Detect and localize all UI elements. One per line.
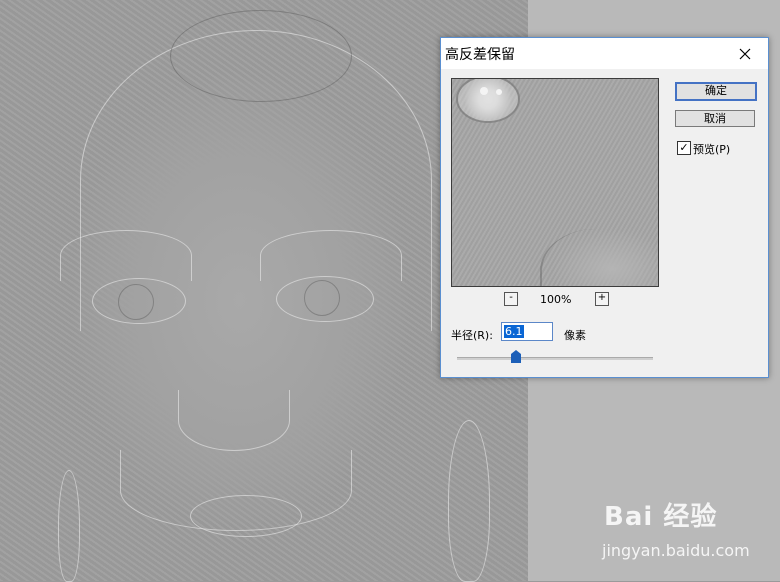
radius-value: 6.1 bbox=[504, 325, 524, 338]
radius-label: 半径(R): bbox=[451, 329, 493, 342]
left-earring bbox=[58, 470, 80, 582]
plus-icon: + bbox=[597, 292, 607, 303]
left-iris bbox=[118, 284, 154, 320]
high-pass-dialog: 高反差保留 - 100% + 确定 取消 ✓ 预览(P) 半径(R): 6.1 … bbox=[440, 37, 769, 378]
nose bbox=[178, 390, 290, 451]
preview-checkbox-label[interactable]: 预览(P) bbox=[693, 141, 730, 157]
watermark-url: jingyan.baidu.com bbox=[602, 541, 750, 560]
close-icon bbox=[739, 48, 751, 59]
radius-slider-track[interactable] bbox=[457, 357, 653, 360]
hair-swirl bbox=[170, 10, 352, 102]
preview-checkbox[interactable]: ✓ bbox=[677, 141, 691, 155]
minus-icon: - bbox=[509, 292, 513, 303]
cancel-button[interactable]: 取消 bbox=[675, 110, 755, 127]
checkmark-icon: ✓ bbox=[679, 141, 689, 154]
zoom-out-button[interactable]: - bbox=[504, 292, 518, 306]
radius-input[interactable]: 6.1 bbox=[501, 322, 553, 341]
preview-eye-highlight bbox=[496, 89, 502, 95]
radius-unit-label: 像素 bbox=[564, 329, 586, 342]
zoom-in-button[interactable]: + bbox=[595, 292, 609, 306]
baidu-jingyan-watermark: Bai 经验 jingyan.baidu.com bbox=[596, 494, 776, 574]
right-earring bbox=[448, 420, 490, 582]
preview-nose bbox=[540, 229, 632, 286]
close-button[interactable] bbox=[722, 38, 768, 69]
dialog-titlebar[interactable]: 高反差保留 bbox=[441, 38, 768, 69]
right-eyebrow bbox=[260, 230, 402, 281]
dialog-title: 高反差保留 bbox=[445, 47, 515, 63]
right-iris bbox=[304, 280, 340, 316]
watermark-logo: Bai 经验 bbox=[604, 502, 718, 532]
zoom-level: 100% bbox=[540, 293, 572, 306]
ok-button[interactable]: 确定 bbox=[675, 82, 757, 101]
preview-eye-highlight bbox=[480, 87, 488, 95]
preview-eye bbox=[456, 79, 520, 123]
filter-preview[interactable] bbox=[451, 78, 659, 287]
slider-thumb-icon[interactable] bbox=[511, 350, 521, 363]
lips bbox=[190, 495, 302, 537]
left-eyebrow bbox=[60, 230, 192, 281]
